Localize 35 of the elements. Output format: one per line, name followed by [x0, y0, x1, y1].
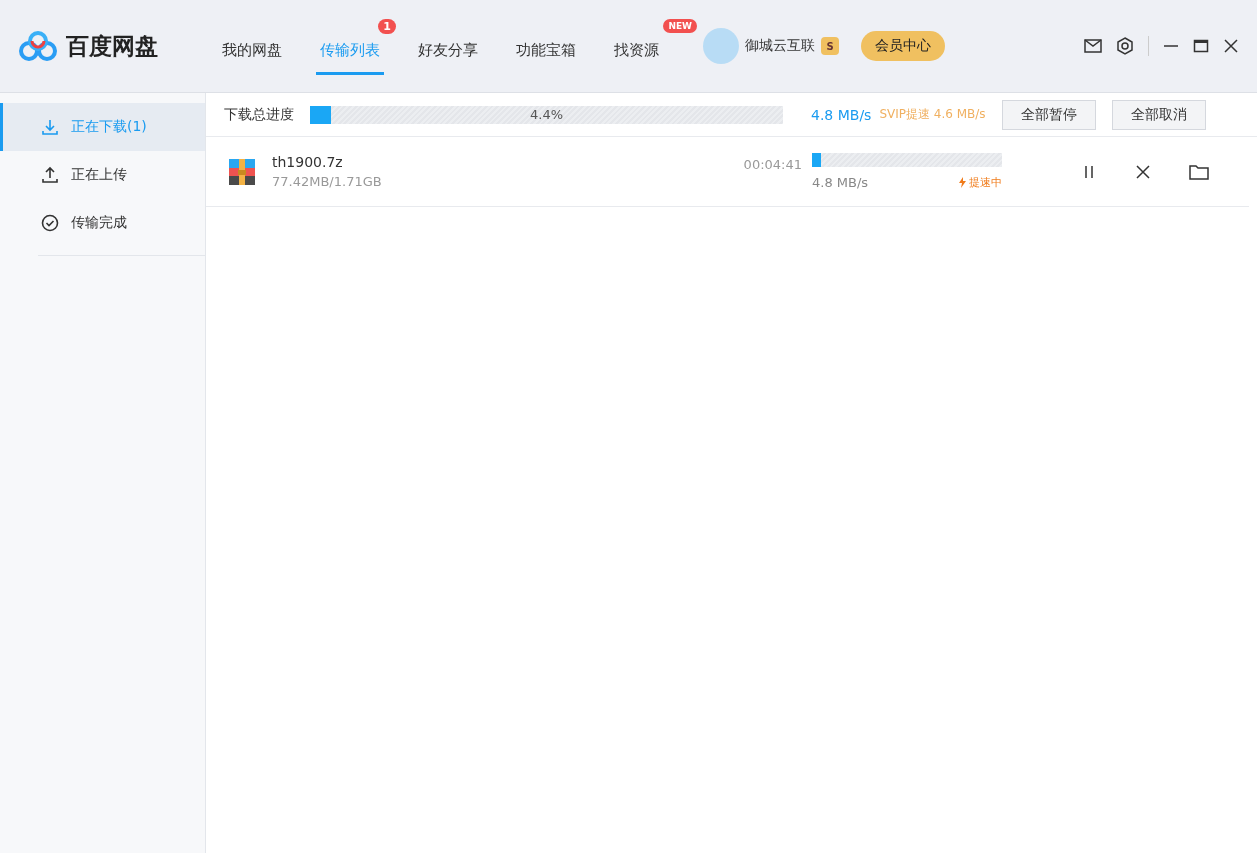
time-remaining: 00:04:41	[742, 157, 802, 172]
nav-tab[interactable]: 功能宝箱	[512, 29, 580, 75]
close-icon[interactable]	[1223, 38, 1239, 54]
toolbar-button[interactable]: 全部取消	[1111, 99, 1206, 130]
sidebar-item[interactable]: 正在上传	[0, 151, 205, 199]
maximize-icon[interactable]	[1193, 38, 1209, 54]
file-speed: 4.8 MB/s	[812, 175, 869, 190]
folder-icon[interactable]	[1189, 163, 1209, 180]
check-circle-icon	[41, 214, 59, 232]
count-badge: 1	[378, 19, 396, 34]
mail-icon[interactable]	[1084, 39, 1102, 53]
download-speed: 4.8 MB/s	[811, 106, 872, 123]
progress-percent: 4.4%	[529, 105, 564, 124]
sidebar-item[interactable]: 传输完成	[0, 199, 205, 247]
nav-tab[interactable]: 找资源	[610, 29, 663, 75]
file-size: 77.42MB/1.71GB	[272, 174, 383, 189]
archive-file-icon	[228, 157, 256, 186]
member-center-button[interactable]: 会员中心	[861, 31, 945, 61]
user-name: 御城云互联	[745, 37, 815, 55]
download-icon	[41, 118, 59, 136]
close-icon[interactable]	[1135, 163, 1151, 180]
svip-speed: SVIP提速 4.6 MB/s	[879, 106, 986, 123]
settings-icon[interactable]	[1116, 37, 1134, 55]
toolbar-button[interactable]: 全部暂停	[1001, 99, 1096, 130]
speed-boost-label: 提速中	[969, 175, 1002, 190]
nav-tab[interactable]: 好友分享	[414, 29, 482, 75]
total-progress-label: 下载总进度	[224, 105, 294, 124]
new-badge: NEW	[663, 19, 697, 33]
lightning-icon	[959, 177, 966, 188]
vip-badge: S	[821, 37, 839, 55]
cloud-logo-icon	[18, 30, 58, 62]
nav-tab[interactable]: 我的网盘	[218, 29, 286, 75]
app-title: 百度网盘	[66, 31, 158, 61]
file-name: th1900.7z	[272, 154, 344, 170]
upload-icon	[41, 166, 59, 184]
